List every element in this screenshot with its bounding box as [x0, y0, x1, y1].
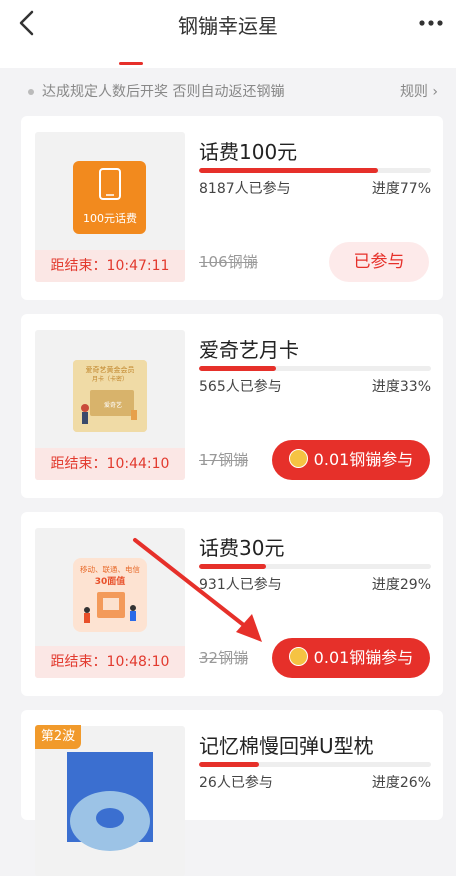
original-price: 106钢镚: [199, 253, 258, 271]
progress-fill: [199, 366, 276, 371]
product-thumbnail: 100元话费 距结束：10:47:11: [35, 132, 185, 282]
item-title: 话费30元: [199, 536, 285, 560]
join-button-label: 0.01钢镚参与: [313, 648, 414, 667]
coin-icon: [288, 647, 308, 666]
original-price: 32钢镚: [199, 649, 249, 667]
notice-bar: 达成规定人数后开奖 否则自动返还钢镚 规则 ›: [0, 68, 456, 112]
lottery-card[interactable]: 爱奇艺黄金会员 月卡（卡密） 爱奇艺 距结束：10:44:10 爱奇艺月卡 56…: [21, 314, 443, 498]
joined-button[interactable]: 已参与: [329, 242, 429, 282]
join-button[interactable]: 0.01钢镚参与: [272, 440, 430, 480]
product-thumbnail: 移动、联通、电信 30面值 距结束：10:48:10: [35, 528, 185, 678]
progress-bar: [199, 366, 431, 371]
lottery-card[interactable]: 100元话费 距结束：10:47:11 话费100元 8187人已参与 进度77…: [21, 116, 443, 300]
lottery-card[interactable]: 第2波 记忆棉慢回弹U型枕 26人已参与 进度26%: [21, 710, 443, 876]
more-options-icon[interactable]: [416, 8, 446, 38]
countdown: 距结束：10:47:11: [35, 250, 185, 282]
wave-badge: 第2波: [35, 725, 81, 749]
join-button[interactable]: 0.01钢镚参与: [272, 638, 430, 678]
thumb-label-line2: 月卡（卡密）: [92, 375, 128, 383]
notice-dot: [28, 89, 34, 95]
countdown-time: 10:44:10: [106, 456, 170, 472]
progress-text: 进度29%: [371, 577, 431, 593]
product-thumbnail: 爱奇艺黄金会员 月卡（卡密） 爱奇艺 距结束：10:44:10: [35, 330, 185, 480]
progress-text: 进度26%: [371, 775, 431, 791]
progress-fill: [199, 762, 260, 767]
thumb-label-line1: 爱奇艺黄金会员: [86, 365, 135, 374]
thumb-label-line1: 移动、联通、电信: [80, 564, 140, 574]
participants-count: 931人已参与: [199, 577, 282, 593]
thumb-label-line2: 30面值: [95, 575, 126, 587]
progress-fill: [199, 564, 267, 569]
countdown: 距结束：10:44:10: [35, 448, 185, 480]
join-button-label: 0.01钢镚参与: [313, 450, 414, 469]
progress-text: 进度33%: [371, 379, 431, 395]
participants-count: 565人已参与: [199, 379, 282, 395]
rules-link[interactable]: 规则 ›: [400, 81, 438, 101]
progress-bar: [199, 168, 431, 173]
header: 钢镚幸运星: [0, 0, 456, 68]
participants-count: 8187人已参与: [199, 181, 291, 197]
lottery-card[interactable]: 移动、联通、电信 30面值 距结束：10:48:10 话费30元 931人已参与…: [21, 512, 443, 696]
original-price: 17钢镚: [199, 451, 249, 469]
progress-text: 进度77%: [371, 181, 431, 197]
item-title: 爱奇艺月卡: [199, 338, 299, 362]
coin-icon: [288, 449, 308, 468]
progress-fill: [199, 168, 378, 173]
title-underline: [119, 62, 143, 65]
countdown-time: 10:48:10: [106, 654, 170, 670]
countdown-label: 距结束：: [50, 258, 107, 274]
countdown: 距结束：10:48:10: [35, 646, 185, 678]
thumb-brand: 爱奇艺: [104, 401, 122, 409]
progress-bar: [199, 564, 431, 569]
countdown-label: 距结束：: [50, 654, 107, 670]
thumb-label: 100元话费: [83, 212, 137, 225]
page-title: 钢镚幸运星: [178, 14, 278, 38]
item-title: 记忆棉慢回弹U型枕: [199, 734, 374, 758]
countdown-time: 10:47:11: [106, 258, 170, 274]
participants-count: 26人已参与: [199, 775, 273, 791]
countdown-label: 距结束：: [50, 456, 107, 472]
notice-text: 达成规定人数后开奖 否则自动返还钢镚: [42, 84, 285, 100]
item-title: 话费100元: [199, 140, 298, 164]
progress-bar: [199, 762, 431, 767]
